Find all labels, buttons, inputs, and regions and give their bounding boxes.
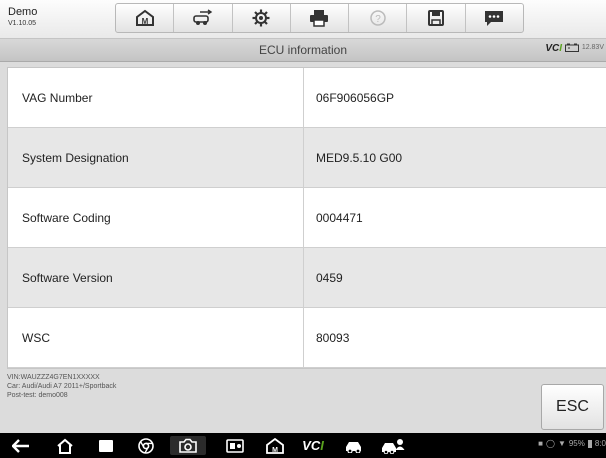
house-icon	[57, 438, 73, 454]
vehicle-swap-icon	[193, 9, 213, 25]
message-icon	[485, 11, 504, 26]
row-value: 0459	[316, 270, 343, 285]
post-test-text: Post-test: demo008	[7, 392, 68, 399]
notification-icon: ■	[538, 439, 543, 448]
top-toolbar: Demo V1.10.05 M ?	[0, 0, 606, 39]
help-icon: ?	[370, 10, 386, 26]
car-user-icon	[382, 438, 405, 454]
back-button[interactable]	[10, 436, 32, 455]
camera-icon	[179, 438, 197, 453]
row-value: MED9.5.10 G00	[316, 150, 403, 165]
vci-suffix: I	[559, 43, 562, 54]
wifi-icon: ▼	[557, 439, 566, 448]
screen-record-button[interactable]	[224, 436, 246, 455]
page-title: ECU information	[258, 43, 348, 57]
car-text: Car: Audi/Audi A7 2011+/Sportback	[7, 383, 117, 390]
recent-apps-button[interactable]	[95, 436, 117, 455]
app-title: Demo V1.10.05	[8, 6, 37, 29]
row-label: System Designation	[8, 128, 304, 187]
vci-nav-suffix: I	[320, 438, 324, 453]
home-icon: M	[135, 9, 154, 26]
row-value: 0004471	[316, 210, 363, 225]
vin-text: VIN:WAUZZZ4G7EN1XXXXX	[7, 374, 100, 381]
recent-apps-icon	[99, 439, 113, 452]
status-area: ■ ◯ ▼ 95% 8:0	[538, 439, 606, 448]
screen-record-icon	[226, 438, 244, 453]
vehicle-user-button[interactable]	[380, 436, 406, 455]
battery-percent: 95%	[568, 439, 585, 448]
vci-prefix: VC	[545, 43, 560, 54]
app-name: Demo	[8, 6, 38, 18]
car-icon	[346, 441, 361, 453]
row-label: WSC	[8, 308, 304, 367]
settings-gear-icon	[252, 9, 270, 27]
system-nav-bar: M VC I ■ ◯ ▼ 95% 8:0	[0, 433, 606, 458]
vehicle-info: VIN:WAUZZZ4G7EN1XXXXX Car: Audi/Audi A7 …	[7, 373, 116, 400]
print-button[interactable]	[291, 4, 350, 32]
clock: 8:0	[594, 439, 606, 448]
help-button[interactable]: ?	[349, 4, 408, 32]
save-floppy-icon	[428, 10, 445, 26]
app-home-button[interactable]: M	[264, 436, 286, 455]
ecu-info-table: VAG Number 06F906056GP System Designatio…	[7, 67, 606, 369]
table-row: Software Version 0459	[8, 248, 606, 308]
sync-icon: ◯	[545, 439, 555, 448]
esc-button[interactable]: ESC	[541, 384, 604, 430]
vci-connection-icon: VCI	[545, 43, 562, 54]
vehicle-swap-button[interactable]	[174, 4, 233, 32]
chrome-button[interactable]	[135, 436, 157, 455]
voltage-value: 12.83V	[581, 44, 604, 51]
vci-manager-button[interactable]: VC I	[298, 436, 328, 455]
status-battery-icon	[587, 439, 592, 448]
home-button[interactable]: M	[116, 4, 175, 32]
message-button[interactable]	[466, 4, 523, 32]
camera-button[interactable]	[170, 436, 206, 455]
row-label: Software Coding	[8, 188, 304, 247]
subheader: ECU information VCI 12.83V	[0, 39, 606, 62]
row-label: VAG Number	[8, 68, 304, 127]
battery-icon	[564, 43, 579, 52]
table-row: Software Coding 0004471	[8, 188, 606, 248]
row-value: 06F906056GP	[316, 90, 395, 105]
table-row: WSC 80093	[8, 308, 606, 368]
svg-text:M: M	[272, 447, 278, 454]
back-arrow-icon	[12, 438, 29, 453]
vci-nav-prefix: VC	[302, 438, 321, 453]
row-label: Software Version	[8, 248, 304, 307]
svg-text:?: ?	[375, 14, 381, 25]
table-row: VAG Number 06F906056GP	[8, 68, 606, 128]
save-button[interactable]	[407, 4, 466, 32]
home-nav-button[interactable]	[54, 436, 76, 455]
printer-icon	[310, 10, 329, 27]
vehicle-button[interactable]	[343, 436, 365, 455]
svg-text:M: M	[141, 17, 148, 26]
toolbar-buttons: M ?	[115, 3, 524, 33]
vehicle-voltage: 12.83V	[564, 43, 604, 52]
chrome-icon	[138, 437, 154, 454]
app-home-icon: M	[266, 437, 284, 454]
settings-button[interactable]	[233, 4, 291, 32]
row-value: 80093	[316, 330, 350, 345]
table-row: System Designation MED9.5.10 G00	[8, 128, 606, 188]
app-version: V1.10.05	[8, 20, 37, 27]
